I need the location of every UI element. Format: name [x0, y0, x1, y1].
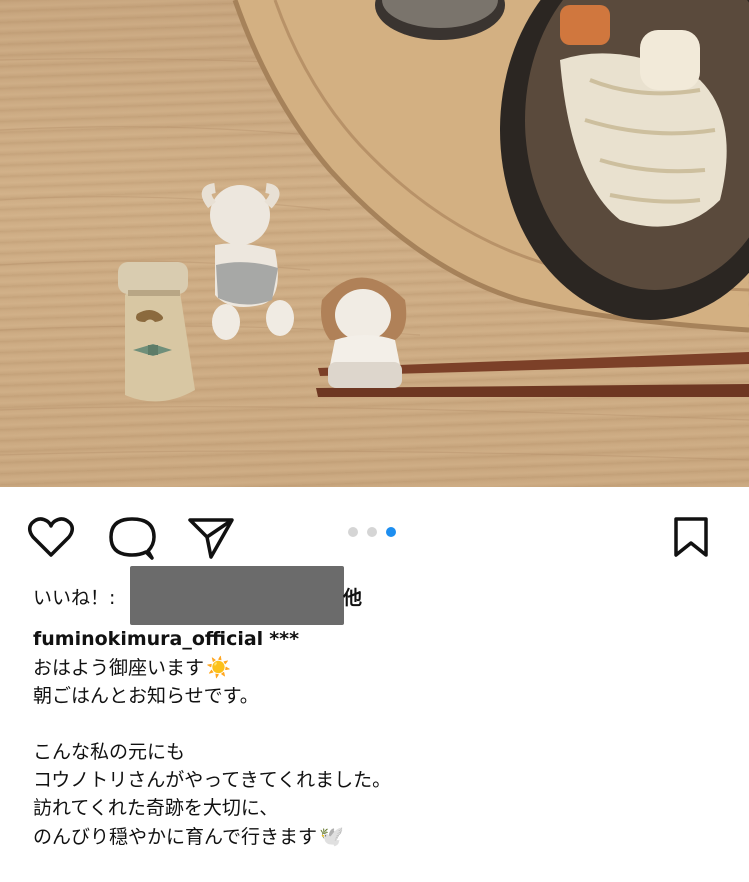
- dove-emoji-icon: 🕊️: [319, 824, 344, 848]
- heart-icon[interactable]: [27, 515, 75, 559]
- figurine-baby: [201, 183, 294, 340]
- comment-bubble-icon[interactable]: [108, 515, 156, 561]
- post-caption: fuminokimura_official *** おはよう御座います ☀️ 朝ごは…: [33, 625, 723, 851]
- carousel-indicator: [348, 527, 396, 537]
- bookmark-icon[interactable]: [671, 515, 711, 559]
- caption-line: こんな私の元にも: [33, 741, 186, 763]
- post-photo[interactable]: [0, 0, 749, 487]
- caption-line: 朝ごはんとお知らせです。: [33, 685, 259, 707]
- figurine-man: [118, 262, 195, 402]
- caption-line: 訪れてくれた奇跡を大切に、: [33, 797, 279, 819]
- caption-line: のんびり穏やかに育んで行きます: [33, 826, 318, 848]
- redacted-liker-names: [130, 566, 344, 625]
- post-photo-illustration: [0, 0, 749, 461]
- caption-username[interactable]: fuminokimura_official: [33, 628, 263, 650]
- sun-emoji-icon: ☀️: [206, 655, 231, 679]
- carousel-dot: [367, 527, 377, 537]
- figurine-girl: [321, 277, 407, 388]
- caption-line: おはよう御座います: [33, 657, 205, 679]
- likes-line: いいね！:: [33, 585, 115, 611]
- likes-label: いいね！:: [33, 587, 116, 609]
- carousel-dot-active: [386, 527, 396, 537]
- caption-after-username: ***: [269, 628, 300, 650]
- likes-others-link[interactable]: 他: [343, 585, 362, 611]
- paper-plane-icon[interactable]: [187, 515, 235, 561]
- carousel-dot: [348, 527, 358, 537]
- caption-line: コウノトリさんがやってきてくれました。: [33, 769, 392, 791]
